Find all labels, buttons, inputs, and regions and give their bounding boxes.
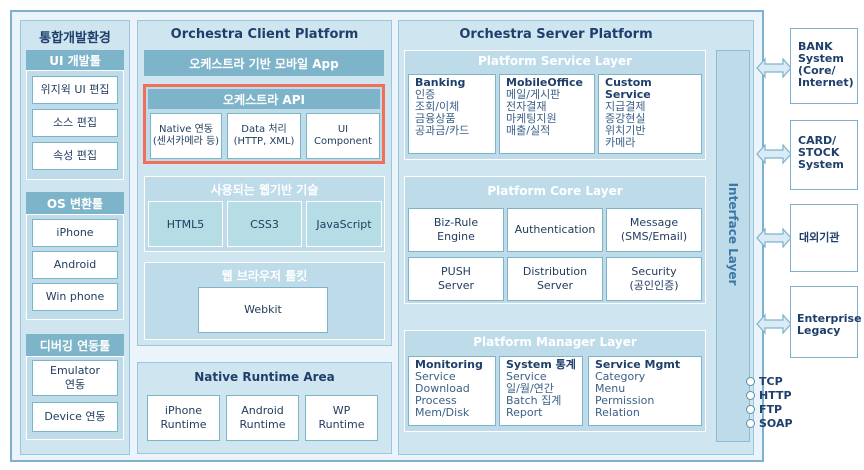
api-item: Data 처리 (HTTP, XML) — [227, 113, 301, 159]
mobile-app-bar: 오케스트라 기반 모바일 App — [144, 50, 384, 76]
double-arrow-icon — [756, 57, 792, 79]
os-tool-item: iPhone — [32, 219, 118, 247]
os-tools-panel-title: OS 변환툴 — [26, 192, 124, 214]
manager-group: System 통계 Service 일/월/연간 Batch 집계 Report — [499, 356, 583, 426]
native-runtime-title: Native Runtime Area — [194, 370, 335, 384]
double-arrow-icon — [756, 313, 792, 335]
protocol-label: FTP — [759, 403, 783, 416]
runtime-item: WP Runtime — [305, 395, 378, 441]
web-tech-item: JavaScript — [306, 201, 382, 247]
protocol-soap: SOAP — [746, 417, 793, 430]
debug-tool-item: Emulator 연동 — [32, 360, 118, 396]
protocol-label: HTTP — [759, 389, 792, 402]
manager-layer-title: Platform Manager Layer — [473, 335, 637, 349]
webkit-box: Webkit — [198, 287, 328, 333]
external-bank-system: BANK System (Core/ Internet) — [790, 28, 858, 104]
circle-icon — [746, 419, 755, 428]
os-tool-item: Win phone — [32, 283, 118, 311]
service-line: 매출/실적 — [506, 124, 551, 137]
manager-group: Service Mgmt Category Menu Permission Re… — [588, 356, 702, 426]
ui-tools-panel-title: UI 개발툴 — [26, 50, 124, 70]
protocol-label: SOAP — [759, 417, 793, 430]
api-item: UI Component — [306, 113, 380, 159]
circle-icon — [746, 377, 755, 386]
ui-tool-item: 위지윅 UI 편집 — [32, 76, 118, 104]
ui-tool-item: 소스 편집 — [32, 109, 118, 137]
core-item: PUSH Server — [408, 257, 504, 301]
os-tool-item: Android — [32, 251, 118, 279]
service-group-title: Custom Service — [605, 76, 652, 101]
manager-group: Monitoring Service Download Process Mem/… — [408, 356, 496, 426]
web-tech-item: CSS3 — [227, 201, 302, 247]
core-item: Distribution Server — [507, 257, 603, 301]
interface-layer-label: Interface Layer — [726, 182, 740, 286]
orchestra-api-title: 오케스트라 API — [148, 89, 380, 109]
manager-line: Relation — [595, 406, 640, 419]
protocol-label: TCP — [759, 375, 783, 388]
external-card-stock-system: CARD/ STOCK System — [790, 120, 858, 190]
web-tech-item: HTML5 — [148, 201, 223, 247]
service-group: MobileOffice 메일/게시판 전자결재 마케팅지원 매출/실적 — [499, 74, 595, 154]
protocol-tcp: TCP — [746, 375, 783, 388]
service-line: 공과금/카드 — [415, 124, 470, 137]
web-tech-title: 사용되는 웹기반 기술 — [210, 183, 319, 197]
manager-line: Mem/Disk — [415, 406, 470, 419]
protocol-ftp: FTP — [746, 403, 782, 416]
manager-line: Report — [506, 406, 543, 419]
service-line: 카메라 — [605, 136, 636, 149]
double-arrow-icon — [756, 227, 792, 249]
runtime-item: iPhone Runtime — [147, 395, 220, 441]
server-platform-title: Orchestra Server Platform — [459, 27, 653, 42]
double-arrow-icon — [756, 143, 792, 165]
debug-tool-item: Device 연동 — [32, 402, 118, 432]
circle-icon — [746, 405, 755, 414]
ui-tool-item: 속성 편집 — [32, 142, 118, 170]
api-item: Native 연동 (센서카메라 등) — [150, 113, 222, 159]
protocol-http: HTTP — [746, 389, 792, 402]
debug-tools-panel-title: 디버깅 연동툴 — [26, 334, 124, 356]
external-agencies: 대외기관 — [790, 204, 858, 272]
client-platform-title: Orchestra Client Platform — [170, 27, 359, 42]
runtime-item: Android Runtime — [226, 395, 299, 441]
service-layer-title: Platform Service Layer — [477, 54, 633, 68]
core-item: Security (공인인증) — [606, 257, 702, 301]
core-item: Biz-Rule Engine — [408, 208, 504, 252]
core-layer-title: Platform Core Layer — [487, 184, 623, 198]
service-group: Custom Service 지급결제 증강현실 위치기반 카메라 — [598, 74, 702, 154]
ide-title: 통합개발환경 — [39, 31, 111, 46]
core-item: Message (SMS/Email) — [606, 208, 702, 252]
circle-icon — [746, 391, 755, 400]
external-enterprise-legacy: Enterprise Legacy — [790, 286, 862, 358]
core-item: Authentication — [507, 208, 603, 252]
browser-toolkit-title: 웹 브라우저 툴킷 — [221, 269, 308, 283]
service-group: Banking 인증 조회/이체 금융상품 공과금/카드 — [408, 74, 496, 154]
